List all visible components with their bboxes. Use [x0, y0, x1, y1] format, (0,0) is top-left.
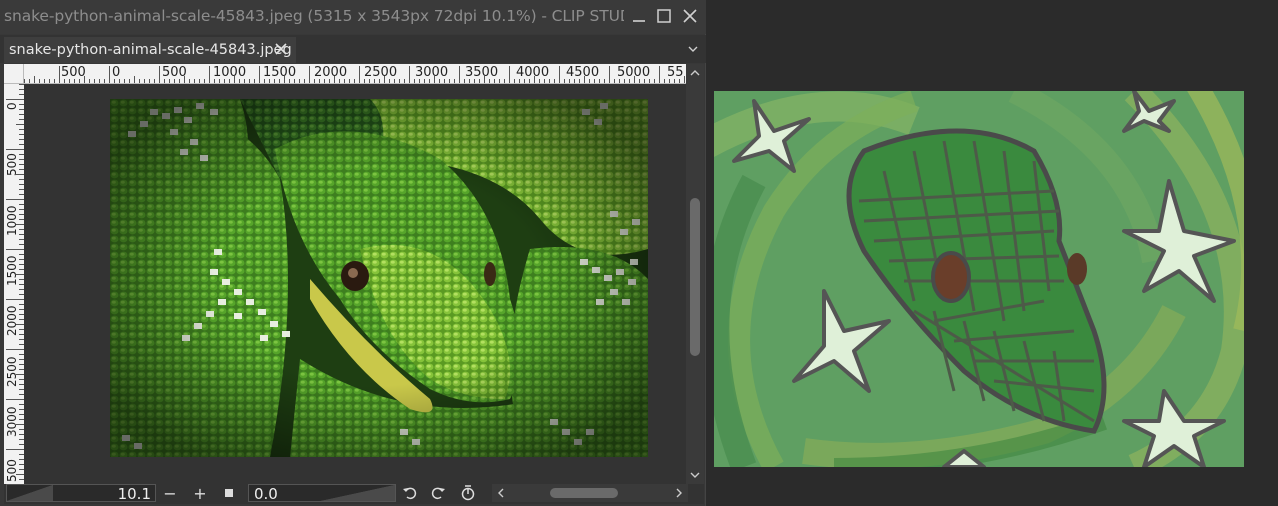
ruler-label: 4000: [516, 65, 550, 80]
scroll-right-button[interactable]: [670, 484, 688, 502]
reset-rotation-button[interactable]: [458, 484, 478, 502]
ruler-label: 5000: [617, 65, 651, 80]
rotate-left-button[interactable]: [400, 484, 420, 502]
ruler-label: 1500: [263, 65, 297, 80]
square-icon: [225, 489, 233, 497]
close-icon: [683, 9, 697, 23]
zoom-value[interactable]: 10.1: [118, 485, 151, 503]
rotate-right-button[interactable]: [428, 484, 448, 502]
ruler-label: 1000: [5, 205, 19, 236]
rotation-slider-fill: [321, 485, 395, 501]
chevron-right-icon: [676, 488, 682, 498]
ruler-label: 500: [5, 459, 19, 482]
chevron-down-icon: [690, 472, 700, 478]
reset-rotation-icon: [461, 485, 475, 501]
zoom-in-button[interactable]: +: [190, 483, 210, 503]
rotate-left-icon: [403, 487, 417, 500]
ruler-label: 3000: [5, 406, 19, 437]
main-drawing-canvas[interactable]: [714, 91, 1244, 467]
ruler-label: 1000: [213, 65, 247, 80]
scroll-down-button[interactable]: [686, 466, 704, 484]
ruler-label: 1500: [5, 255, 19, 286]
ruler-label: 0: [112, 65, 121, 80]
zoom-out-button[interactable]: −: [160, 483, 180, 503]
vertical-scrollbar[interactable]: [686, 64, 704, 484]
ruler-label: 3000: [415, 65, 449, 80]
chevron-up-icon: [690, 70, 700, 76]
horizontal-scrollbar[interactable]: [492, 484, 688, 502]
rotation-slider[interactable]: 0.0: [248, 484, 396, 503]
ruler-label: 4500: [566, 65, 600, 80]
ruler-corner: [4, 64, 24, 84]
ruler-label: 0: [5, 102, 19, 110]
zoom-out-label: −: [163, 483, 177, 503]
chevron-down-icon[interactable]: [687, 43, 699, 55]
horizontal-scroll-thumb[interactable]: [550, 488, 618, 498]
minimize-icon: [633, 20, 645, 22]
ruler-label: 3500: [465, 65, 499, 80]
tab-bar: snake-python-animal-scale-45843.jpeg: [0, 35, 706, 63]
scroll-up-button[interactable]: [686, 64, 704, 82]
ruler-label: 2500: [5, 356, 19, 387]
zoom-slider-fill: [7, 485, 53, 501]
horizontal-ruler: 500 0 500 1000 1500 2000 2500 3000 3500 …: [24, 64, 686, 84]
zoom-in-label: +: [193, 483, 207, 503]
window-title: snake-python-animal-scale-45843.jpeg (53…: [4, 7, 624, 25]
tab-label: snake-python-animal-scale-45843.jpeg: [9, 42, 292, 58]
minimize-button[interactable]: [628, 5, 650, 27]
snake-reference-photo[interactable]: [110, 99, 648, 457]
navigator-toolbar: 10.1 − + 0.0: [4, 484, 704, 504]
rotation-value[interactable]: 0.0: [254, 485, 278, 503]
window-titlebar[interactable]: snake-python-animal-scale-45843.jpeg (53…: [0, 0, 706, 34]
rotate-right-icon: [431, 487, 445, 500]
chevron-left-icon: [498, 488, 504, 498]
sub-view-canvas[interactable]: [24, 84, 686, 484]
vertical-ruler: 0 500 1000 1500 2000 2500 3000 500: [4, 84, 24, 484]
sub-view-window: snake-python-animal-scale-45843.jpeg (53…: [0, 0, 706, 506]
maximize-button[interactable]: [653, 5, 675, 27]
ruler-label: 500: [5, 153, 19, 176]
scroll-left-button[interactable]: [492, 484, 510, 502]
ruler-label: 500: [162, 65, 187, 80]
vertical-scroll-thumb[interactable]: [690, 198, 700, 356]
clip-studio-workspace: snake-python-animal-scale-45843.jpeg (53…: [0, 0, 1278, 506]
ruler-label: 55: [667, 65, 684, 80]
tab-snake-image[interactable]: snake-python-animal-scale-45843.jpeg: [4, 37, 296, 63]
close-button[interactable]: [679, 5, 701, 27]
fit-view-button[interactable]: [219, 484, 239, 502]
ruler-label: 2000: [5, 305, 19, 336]
ruler-label: 500: [61, 65, 86, 80]
ruler-label: 2500: [364, 65, 398, 80]
zoom-slider[interactable]: 10.1: [6, 484, 156, 503]
maximize-icon: [657, 9, 671, 23]
close-icon[interactable]: [273, 41, 289, 57]
ruler-label: 2000: [314, 65, 348, 80]
